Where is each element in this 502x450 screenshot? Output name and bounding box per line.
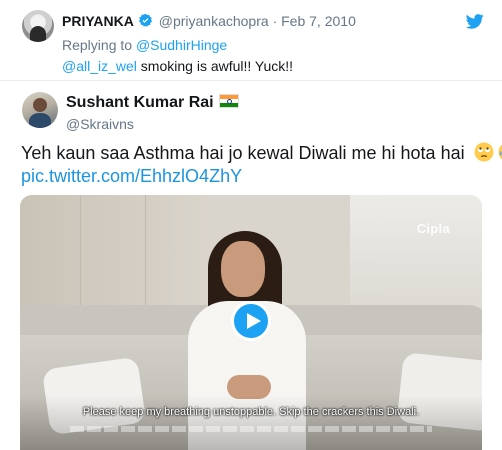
rolling-eyes-emoji-icon [474,142,494,167]
pic-twitter-link[interactable]: pic.twitter.com/EhhzlO4ZhY [21,166,242,187]
quoted-author-handle[interactable]: @Skraivns [66,116,134,132]
quoted-author-name[interactable]: Sushant Kumar Rai [66,94,239,112]
replying-to: Replying to @SudhirHinge [62,37,227,53]
mention-link[interactable]: @all_iz_wel [62,58,137,74]
avatar[interactable] [22,92,58,128]
crying-laughing-emoji-icon [498,142,502,167]
separator-dot: · [272,13,278,29]
quoted-body: Yeh kaun saa Asthma hai jo kewal Diwali … [21,143,465,163]
person-face [221,241,265,297]
video-subtitle: Please keep my breathing unstoppable. Sk… [82,406,420,418]
india-flag-icon [218,94,239,108]
avatar[interactable] [22,10,54,42]
quoted-author-name-text: Sushant Kumar Rai [66,94,214,111]
author-name[interactable]: PRIYANKA [62,13,134,29]
video-player[interactable]: Cipla Please keep my breathing unstoppab… [20,195,482,450]
quoted-tweet-text: Yeh kaun saa Asthma hai jo kewal Diwali … [21,142,502,167]
brand-watermark: Cipla [416,221,450,236]
tweet-header: PRIYANKA @priyankachopra · Feb 7, 2010 [62,13,356,31]
reply-text: @all_iz_wel smoking is awful!! Yuck!! [62,58,293,74]
author-handle[interactable]: @priyankachopra [159,13,269,29]
replying-handle-link[interactable]: @SudhirHinge [136,37,227,53]
play-button[interactable] [231,301,271,341]
verified-badge-icon [138,13,153,31]
video-fineprint [70,426,432,432]
video-shade [20,395,482,450]
replying-label: Replying to [62,37,133,53]
twitter-bird-icon[interactable] [465,14,484,34]
reply-body: smoking is awful!! Yuck!! [136,58,294,74]
tweet-date[interactable]: Feb 7, 2010 [281,13,356,29]
reply-tweet: PRIYANKA @priyankachopra · Feb 7, 2010 R… [0,0,502,81]
quoted-tweet[interactable]: Sushant Kumar Rai @Skraivns Yeh kaun saa… [0,81,502,450]
